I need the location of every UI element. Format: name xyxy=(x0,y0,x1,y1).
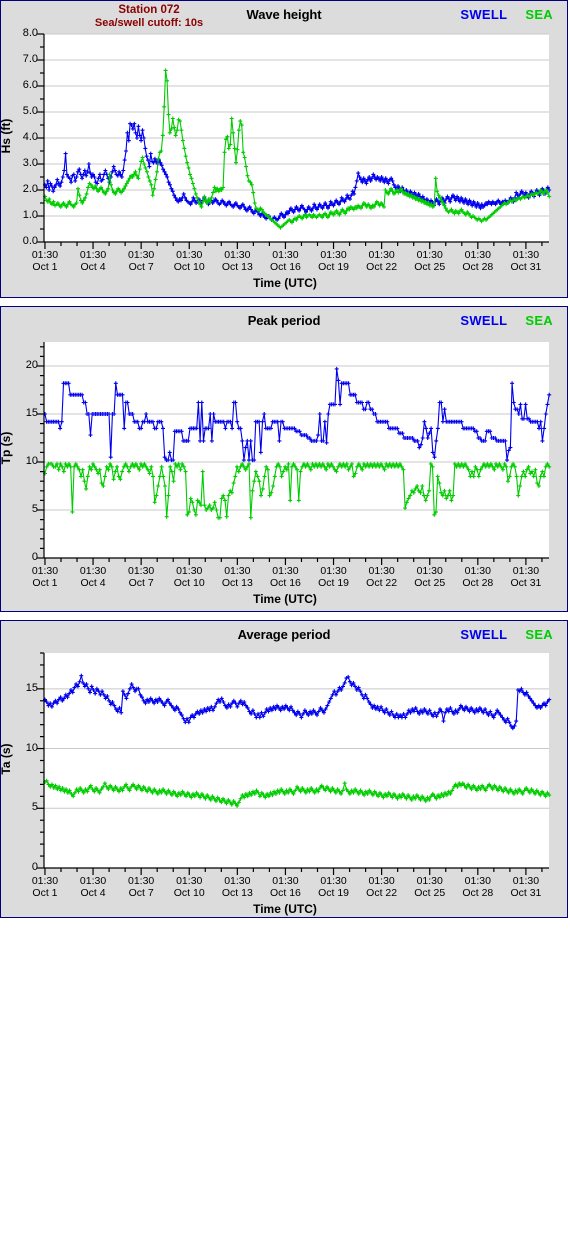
xtick-date: Oct 13 xyxy=(221,260,253,273)
xtick-time: 01:30 xyxy=(464,875,491,887)
xtick-time: 01:30 xyxy=(512,565,540,577)
xtick-time: 01:30 xyxy=(416,565,443,577)
xtick-date: Oct 1 xyxy=(32,886,58,899)
xtick-time: 01:30 xyxy=(368,565,395,577)
xtick-time: 01:30 xyxy=(31,875,59,887)
xtick-time: 01:30 xyxy=(79,565,107,577)
xtick-date: Oct 10 xyxy=(173,260,205,273)
xtick-label: 01:30 Oct 31 xyxy=(496,875,556,899)
xtick-date: Oct 1 xyxy=(32,576,58,589)
xtick-date: Oct 28 xyxy=(462,886,494,899)
xtick-date: Oct 7 xyxy=(128,576,154,589)
ytick-label: 0 xyxy=(31,551,38,563)
xtick-date: Oct 19 xyxy=(318,576,349,589)
chart-panel-peak-period: Peak period SWELL SEA 0 5 10 15 20 Tp (s) 01:30… xyxy=(0,306,568,612)
xtick-time: 01:30 xyxy=(464,249,491,261)
ytick-label: 2.0 xyxy=(22,183,38,195)
xtick-date: Oct 16 xyxy=(269,260,301,273)
xtick-date: Oct 13 xyxy=(221,886,253,899)
x-axis-label: Time (UTC) xyxy=(253,592,317,606)
xtick-date: Oct 31 xyxy=(510,260,542,273)
xtick-time: 01:30 xyxy=(416,249,443,261)
wave-plots-page: Station 072 Sea/swell cutoff: 10s Wave h… xyxy=(0,0,570,1240)
xtick-time: 01:30 xyxy=(512,875,540,887)
xtick-time: 01:30 xyxy=(79,875,107,887)
xtick-time: 01:30 xyxy=(128,249,155,261)
xtick-time: 01:30 xyxy=(368,249,395,261)
plot-area xyxy=(44,342,549,558)
xtick-time: 01:30 xyxy=(224,249,251,261)
xtick-date: Oct 4 xyxy=(80,576,106,589)
ytick-label: 5 xyxy=(31,503,38,515)
xtick-time: 01:30 xyxy=(224,565,251,577)
plot-wrap-average-period: 0 5 10 15 Ta (s) 01:30 Oct 1 01:30 Oct 4 01:30 Oct… xyxy=(0,621,569,917)
chart-panel-average-period: Average period SWELL SEA 0 5 10 15 Ta (s) 01:3… xyxy=(0,620,568,918)
xtick-time: 01:30 xyxy=(320,875,347,887)
xtick-time: 01:30 xyxy=(31,565,59,577)
xtick-date: Oct 10 xyxy=(173,886,205,899)
ytick-label: 5 xyxy=(31,801,38,814)
plot-wrap-wave-height: 0.0 1.0 2.0 3.0 4.0 5.0 6.0 7.0 8.0 Hs (ft) 01:30 O… xyxy=(0,1,569,297)
xtick-time: 01:30 xyxy=(368,875,395,887)
ytick-label: 20 xyxy=(25,359,38,371)
xtick-time: 01:30 xyxy=(176,249,203,261)
y-axis-label: Hs (ft) xyxy=(0,118,13,154)
xtick-date: Oct 7 xyxy=(128,886,154,899)
plot-wrap-peak-period: 0 5 10 15 20 Tp (s) 01:30 Oct 1 01:30 Oct 4 01:30 O… xyxy=(0,307,569,611)
xtick-time: 01:30 xyxy=(128,565,155,577)
xtick-date: Oct 19 xyxy=(318,886,349,899)
xtick-date: Oct 7 xyxy=(128,260,154,273)
xtick-time: 01:30 xyxy=(79,249,107,261)
ytick-label: 0.0 xyxy=(22,235,38,247)
xtick-date: Oct 16 xyxy=(269,886,301,899)
xtick-date: Oct 10 xyxy=(173,576,205,589)
xtick-date: Oct 22 xyxy=(366,260,398,273)
xtick-date: Oct 22 xyxy=(366,576,398,589)
chart-panel-wave-height: Station 072 Sea/swell cutoff: 10s Wave h… xyxy=(0,0,568,298)
xtick-time: 01:30 xyxy=(176,565,203,577)
xtick-time: 01:30 xyxy=(176,875,203,887)
xtick-date: Oct 22 xyxy=(366,886,398,899)
ytick-label: 8.0 xyxy=(22,27,38,39)
xtick-time: 01:30 xyxy=(464,565,491,577)
xtick-date: Oct 31 xyxy=(510,886,542,899)
ytick-label: 1.0 xyxy=(22,209,38,221)
y-axis-label: Ta (s) xyxy=(0,742,13,775)
ytick-label: 7.0 xyxy=(22,53,38,65)
xtick-date: Oct 1 xyxy=(32,260,58,273)
xtick-date: Oct 16 xyxy=(269,576,301,589)
ytick-label: 0 xyxy=(31,861,38,873)
xtick-time: 01:30 xyxy=(128,875,155,887)
x-axis-label: Time (UTC) xyxy=(253,276,317,290)
xtick-date: Oct 13 xyxy=(221,576,253,589)
xtick-date: Oct 4 xyxy=(80,260,106,273)
xtick-date: Oct 25 xyxy=(414,260,446,273)
xtick-time: 01:30 xyxy=(272,249,299,261)
xtick-date: Oct 25 xyxy=(414,576,446,589)
xtick-date: Oct 4 xyxy=(80,886,106,899)
ytick-label: 6.0 xyxy=(22,79,38,91)
x-axis-label: Time (UTC) xyxy=(253,902,317,916)
xtick-label: 01:30 Oct 31 xyxy=(496,565,556,589)
xtick-time: 01:30 xyxy=(320,565,347,577)
xtick-date: Oct 19 xyxy=(318,260,349,273)
xtick-time: 01:30 xyxy=(512,249,540,261)
xtick-time: 01:30 xyxy=(31,249,59,261)
xtick-date: Oct 31 xyxy=(510,576,542,589)
ytick-label: 15 xyxy=(25,681,38,694)
xtick-date: Oct 25 xyxy=(414,886,446,899)
xtick-date: Oct 28 xyxy=(462,576,494,589)
xtick-date: Oct 28 xyxy=(462,260,494,273)
plot-area xyxy=(44,653,549,868)
xtick-label: 01:30 Oct 31 xyxy=(496,249,556,273)
y-axis-label: Tp (s) xyxy=(0,431,13,465)
xtick-time: 01:30 xyxy=(320,249,347,261)
xtick-time: 01:30 xyxy=(272,565,299,577)
xtick-time: 01:30 xyxy=(416,875,443,887)
xtick-time: 01:30 xyxy=(272,875,299,887)
xtick-time: 01:30 xyxy=(224,875,251,887)
